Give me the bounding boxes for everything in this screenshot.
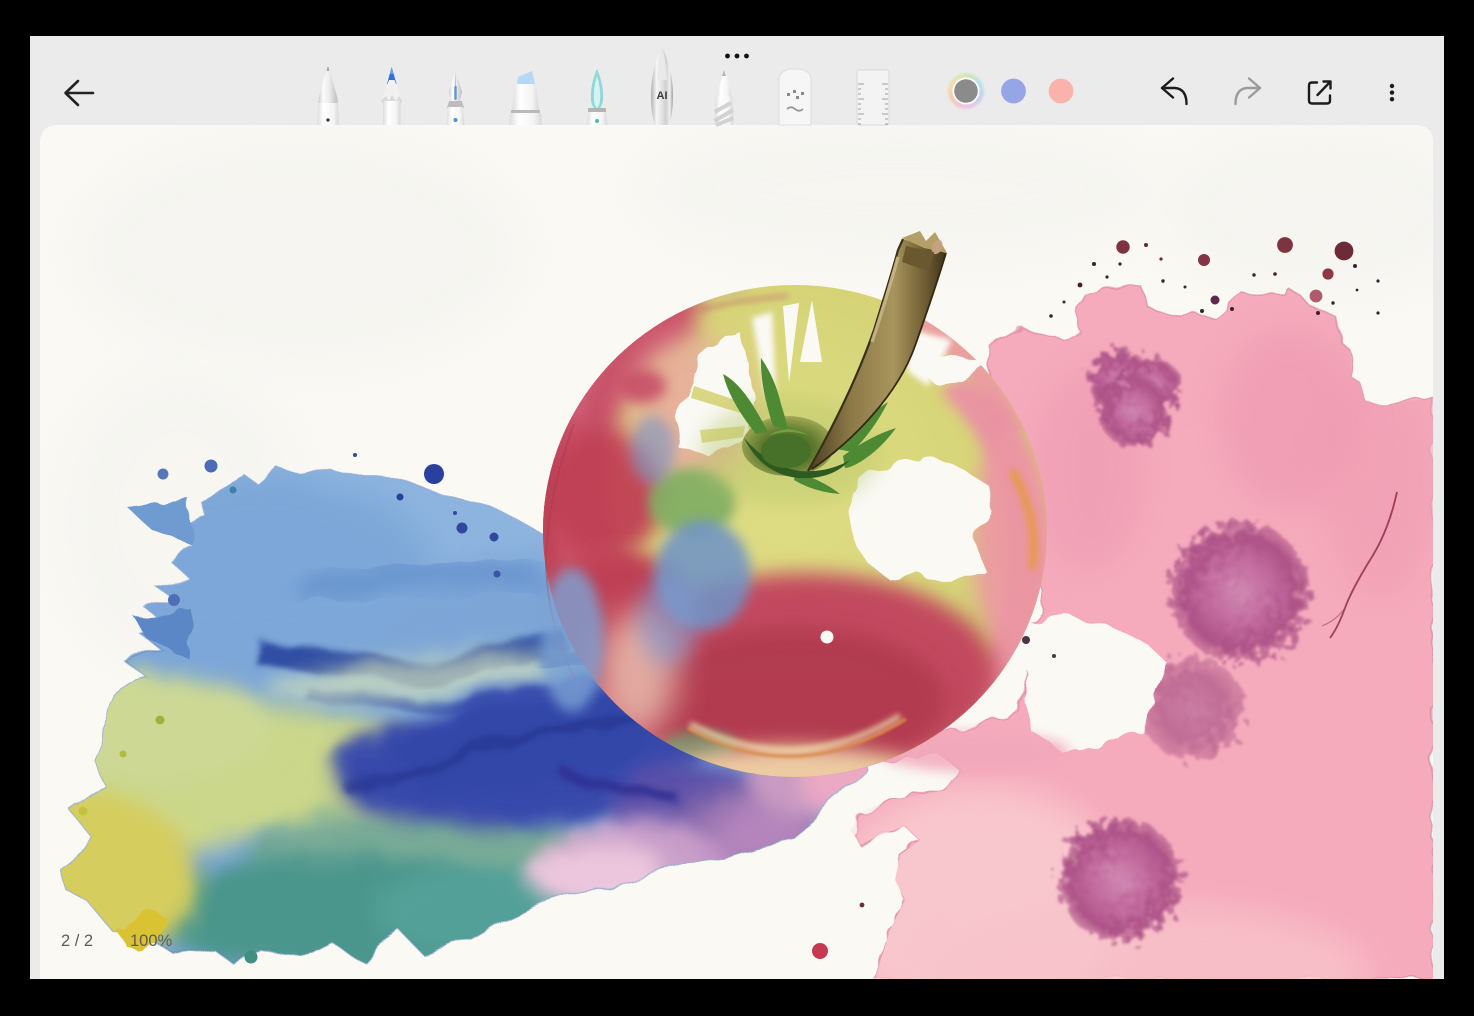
svg-text:100%: 100% [130,932,173,950]
svg-text:2 / 2: 2 / 2 [61,932,93,950]
svg-text:AI: AI [657,90,668,102]
